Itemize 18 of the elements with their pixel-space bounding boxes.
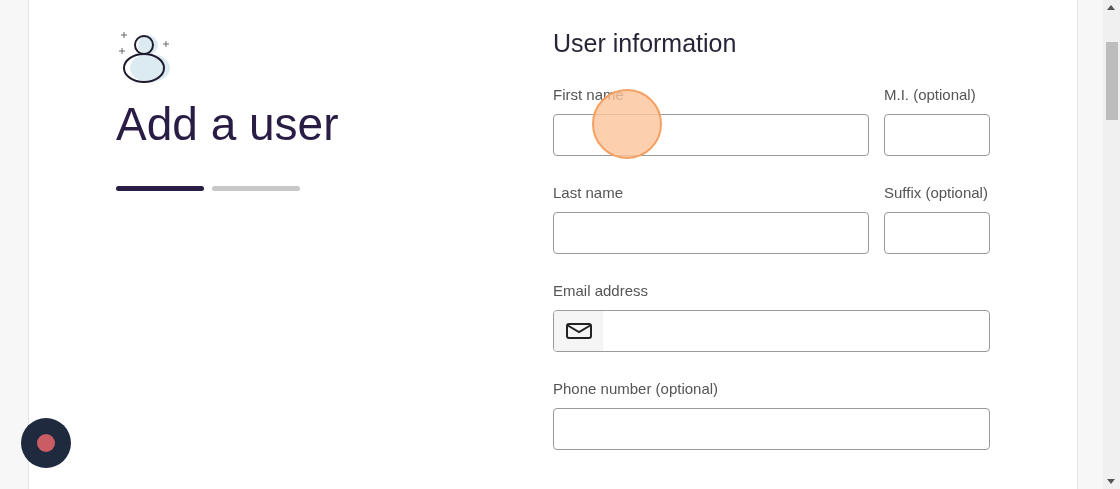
field-label: Last name — [553, 184, 625, 202]
input-field[interactable] — [884, 114, 990, 156]
scroll-up-icon[interactable] — [1107, 5, 1115, 10]
chat-button[interactable] — [21, 418, 71, 468]
input-field[interactable] — [553, 212, 869, 254]
field-label: Phone number (optional) — [553, 380, 720, 398]
scroll-thumb[interactable] — [1106, 42, 1118, 120]
scrollbar[interactable] — [1103, 0, 1120, 489]
envelope-icon — [565, 323, 592, 339]
email-field[interactable] — [553, 310, 990, 352]
field-label: Email address — [553, 282, 650, 300]
scroll-down-icon[interactable] — [1107, 479, 1115, 484]
field-label: Suffix (optional) — [884, 184, 989, 202]
page-title: Add a user — [116, 98, 340, 150]
form-title: User information — [553, 28, 738, 59]
input-field[interactable] — [884, 212, 990, 254]
field-label: M.I. (optional) — [884, 86, 977, 104]
input-field[interactable] — [553, 408, 990, 450]
